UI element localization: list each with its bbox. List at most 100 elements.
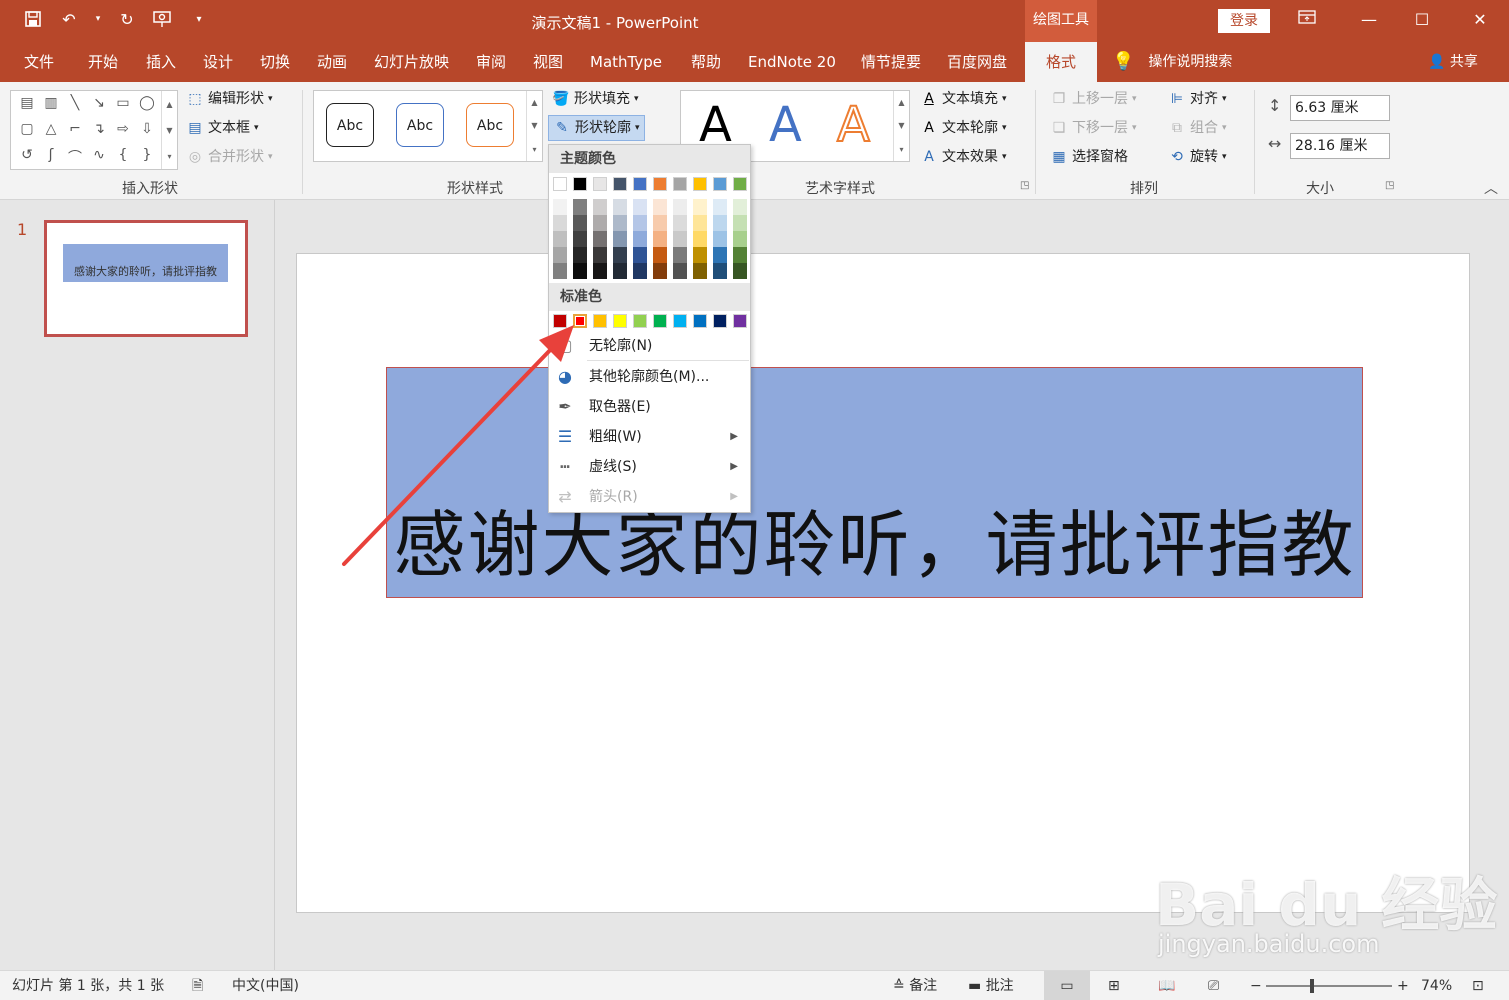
- theme-color-shade-swatch[interactable]: [593, 231, 607, 247]
- text-outline-button[interactable]: A 文本轮廓 ▾: [920, 115, 1006, 141]
- standard-color-swatch[interactable]: [573, 314, 587, 328]
- close-icon[interactable]: ✕: [1468, 8, 1492, 32]
- slideshow-view-icon[interactable]: ⎚: [1208, 971, 1219, 1000]
- text-effects-button[interactable]: A 文本效果 ▾: [920, 144, 1006, 170]
- theme-color-shade-swatch[interactable]: [593, 199, 607, 215]
- theme-color-shade-swatch[interactable]: [653, 263, 667, 279]
- zoom-out-icon[interactable]: −: [1250, 971, 1262, 1000]
- eyedropper-item[interactable]: ✒ 取色器(E): [549, 392, 750, 422]
- tab-insert[interactable]: 插入: [146, 42, 176, 82]
- shape-styles-gallery[interactable]: Abc Abc Abc ▲ ▼ ▾: [313, 90, 543, 162]
- theme-color-shade-swatch[interactable]: [553, 247, 567, 263]
- theme-color-shade-swatch[interactable]: [733, 247, 747, 263]
- theme-color-shade-swatch[interactable]: [613, 247, 627, 263]
- theme-color-shade-swatch[interactable]: [713, 231, 727, 247]
- reading-view-icon[interactable]: 📖: [1158, 971, 1175, 1000]
- tab-slideshow[interactable]: 幻灯片放映: [374, 42, 449, 82]
- theme-color-swatch[interactable]: [733, 177, 747, 191]
- zoom-level[interactable]: 74%: [1421, 971, 1452, 1000]
- style-preset-blue[interactable]: Abc: [396, 103, 444, 147]
- standard-color-swatch[interactable]: [713, 314, 727, 328]
- textbox-shape-icon[interactable]: ▤: [15, 95, 39, 121]
- theme-color-shade-swatch[interactable]: [573, 247, 587, 263]
- tab-help[interactable]: 帮助: [691, 42, 721, 82]
- theme-color-shade-swatch[interactable]: [653, 231, 667, 247]
- theme-color-swatch[interactable]: [573, 177, 587, 191]
- wordart-orange-outline[interactable]: A: [836, 96, 871, 154]
- shape-outline-button[interactable]: ✎ 形状轮廓 ▾: [548, 115, 645, 141]
- zoom-slider[interactable]: [1266, 979, 1392, 993]
- theme-color-swatch[interactable]: [633, 177, 647, 191]
- theme-color-shade-swatch[interactable]: [693, 215, 707, 231]
- tab-transitions[interactable]: 切换: [260, 42, 290, 82]
- wordart-blue[interactable]: A: [769, 97, 802, 153]
- theme-color-swatch[interactable]: [713, 177, 727, 191]
- vertical-textbox-shape-icon[interactable]: ▥: [39, 95, 63, 121]
- bring-forward-button[interactable]: ❐ 上移一层 ▾: [1050, 86, 1137, 112]
- theme-color-shade-swatch[interactable]: [733, 263, 747, 279]
- theme-color-shade-swatch[interactable]: [653, 247, 667, 263]
- standard-color-swatch[interactable]: [613, 314, 627, 328]
- rectangle-shape-icon[interactable]: ▭: [111, 95, 135, 121]
- tab-animations[interactable]: 动画: [317, 42, 347, 82]
- size-dialog-launcher-icon[interactable]: ◳: [1385, 180, 1394, 191]
- theme-color-shade-swatch[interactable]: [673, 199, 687, 215]
- slide-canvas[interactable]: 感谢大家的聆听，请批评指教: [296, 253, 1470, 913]
- theme-color-swatch[interactable]: [693, 177, 707, 191]
- theme-color-shade-swatch[interactable]: [613, 263, 627, 279]
- theme-color-shade-swatch[interactable]: [633, 215, 647, 231]
- tab-storyboarding[interactable]: 情节提要: [861, 42, 921, 82]
- theme-color-shade-swatch[interactable]: [553, 199, 567, 215]
- theme-color-swatch[interactable]: [553, 177, 567, 191]
- spellcheck-icon[interactable]: 🗎: [192, 971, 203, 1000]
- theme-color-shade-swatch[interactable]: [633, 231, 647, 247]
- theme-color-shade-swatch[interactable]: [673, 231, 687, 247]
- theme-color-swatch[interactable]: [593, 177, 607, 191]
- theme-color-swatch[interactable]: [673, 177, 687, 191]
- rotate-button[interactable]: ⟲ 旋转 ▾: [1168, 144, 1226, 170]
- standard-color-swatch[interactable]: [733, 314, 747, 328]
- slide-text[interactable]: 感谢大家的聆听，请批评指教: [387, 486, 1362, 591]
- merge-shapes-button[interactable]: ◎ 合并形状 ▾: [186, 144, 273, 170]
- tab-file[interactable]: 文件: [24, 42, 54, 82]
- down-arrow-shape-icon[interactable]: ⇩: [135, 121, 159, 147]
- ribbon-display-options-icon[interactable]: [1295, 8, 1319, 32]
- standard-color-swatch[interactable]: [693, 314, 707, 328]
- theme-color-shade-swatch[interactable]: [593, 247, 607, 263]
- line-shape-icon[interactable]: ╲: [63, 95, 87, 121]
- tab-format[interactable]: 格式: [1025, 42, 1097, 82]
- theme-color-shade-swatch[interactable]: [733, 199, 747, 215]
- theme-color-shade-swatch[interactable]: [633, 263, 647, 279]
- shapes-gallery-scroll[interactable]: ▲ ▼ ▾: [161, 91, 177, 169]
- right-arrow-shape-icon[interactable]: ⇨: [111, 121, 135, 147]
- zoom-in-icon[interactable]: +: [1397, 971, 1409, 1000]
- tab-home[interactable]: 开始: [88, 42, 118, 82]
- theme-color-shade-swatch[interactable]: [553, 215, 567, 231]
- theme-color-shade-swatch[interactable]: [713, 199, 727, 215]
- tab-baidu-netdisk[interactable]: 百度网盘: [947, 42, 1007, 82]
- elbow-connector-shape-icon[interactable]: ⌐: [63, 121, 87, 147]
- weight-item[interactable]: ☰ 粗细(W) ▶: [549, 422, 750, 452]
- style-gallery-scroll[interactable]: ▲ ▼ ▾: [526, 91, 542, 161]
- minimize-icon[interactable]: —: [1357, 8, 1381, 32]
- theme-color-shade-swatch[interactable]: [573, 263, 587, 279]
- theme-color-shade-swatch[interactable]: [613, 215, 627, 231]
- selected-text-shape[interactable]: 感谢大家的聆听，请批评指教: [386, 367, 1363, 598]
- shape-fill-button[interactable]: 🪣 形状填充 ▾: [552, 86, 638, 112]
- standard-color-swatch[interactable]: [653, 314, 667, 328]
- theme-color-shade-swatch[interactable]: [593, 215, 607, 231]
- no-outline-item[interactable]: ▢ 无轮廓(N): [549, 331, 750, 361]
- arrow-line-shape-icon[interactable]: ↘: [87, 95, 111, 121]
- theme-color-shade-swatch[interactable]: [653, 199, 667, 215]
- theme-color-shade-swatch[interactable]: [653, 215, 667, 231]
- notes-button[interactable]: ≙ 备注: [893, 971, 937, 1000]
- language-status[interactable]: 中文(中国): [232, 971, 299, 1000]
- comments-button[interactable]: ▬ 批注: [968, 971, 1014, 1000]
- tab-endnote[interactable]: EndNote 20: [748, 42, 836, 82]
- tell-me-search[interactable]: 💡 操作说明搜索: [1112, 42, 1232, 82]
- theme-color-shade-swatch[interactable]: [733, 215, 747, 231]
- theme-color-shade-swatch[interactable]: [613, 199, 627, 215]
- shape-width-input[interactable]: 28.16 厘米: [1290, 133, 1390, 159]
- scribble-shape-icon[interactable]: ʃ: [39, 147, 63, 173]
- theme-color-shade-swatch[interactable]: [713, 215, 727, 231]
